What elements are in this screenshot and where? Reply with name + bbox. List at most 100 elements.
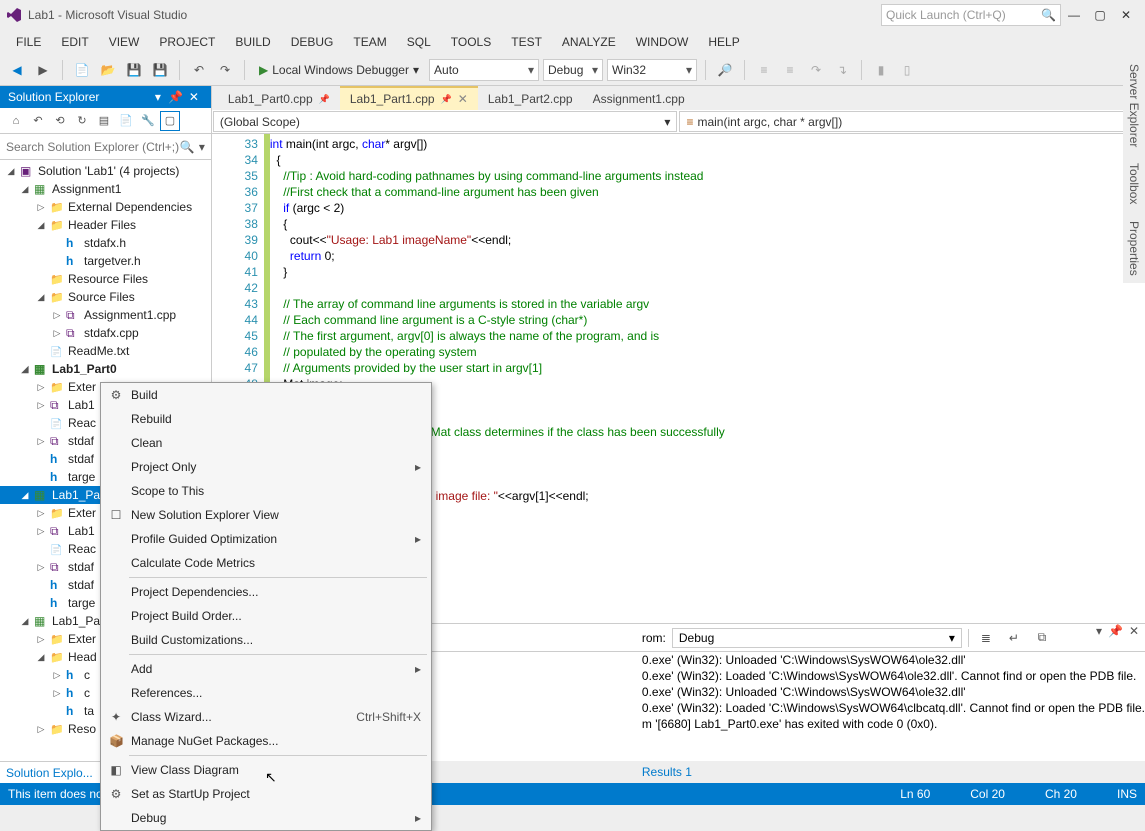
uncomment-button[interactable]: ≡ [779, 59, 801, 81]
start-debugging-button[interactable]: ▶ Local Windows Debugger ▾ [253, 63, 425, 77]
save-all-button[interactable]: 💾 [149, 59, 171, 81]
server-explorer-tab[interactable]: Server Explorer [1123, 56, 1145, 155]
properties-button[interactable]: 🔧 [138, 111, 158, 131]
output-settings-button[interactable]: ⧉ [1031, 627, 1053, 649]
context-menu-item[interactable]: Calculate Code Metrics [101, 551, 431, 575]
menu-file[interactable]: FILE [6, 31, 51, 53]
context-menu-item[interactable]: Debug▸ [101, 806, 431, 830]
panel-pin-button[interactable]: 📌 [167, 90, 185, 104]
menu-debug[interactable]: DEBUG [281, 31, 344, 53]
file-assignment1-cpp[interactable]: ▷Assignment1.cpp [0, 306, 211, 324]
scope-bar: (Global Scope)▾ ≡main(int argc, char * a… [212, 110, 1145, 134]
project-lab1-part0[interactable]: ◢Lab1_Part0 [0, 360, 211, 378]
menu-help[interactable]: HELP [698, 31, 749, 53]
undo-button[interactable]: ↶ [188, 59, 210, 81]
open-file-button[interactable]: 📂 [97, 59, 119, 81]
folder-source-files[interactable]: ◢Source Files [0, 288, 211, 306]
save-button[interactable]: 💾 [123, 59, 145, 81]
navigate-back-button[interactable]: ◀ [6, 59, 28, 81]
context-menu-item[interactable]: Scope to This [101, 479, 431, 503]
folder-external-deps[interactable]: ▷External Dependencies [0, 198, 211, 216]
file-targetver-h[interactable]: targetver.h [0, 252, 211, 270]
collapse-all-button[interactable]: ▤ [94, 111, 114, 131]
breakpoint-icon[interactable]: ▮ [870, 59, 892, 81]
status-message: This item does not [8, 787, 106, 801]
project-assignment1[interactable]: ◢Assignment1 [0, 180, 211, 198]
context-menu-item[interactable]: Build Customizations... [101, 628, 431, 652]
context-menu-item[interactable]: ☐New Solution Explorer View [101, 503, 431, 527]
close-button[interactable]: ✕ [1113, 4, 1139, 26]
preview-button[interactable]: ▢ [160, 111, 180, 131]
vs-logo-icon [6, 7, 22, 23]
panel-dropdown-button[interactable]: ▾ [149, 90, 167, 104]
menu-analyze[interactable]: ANALYZE [552, 31, 626, 53]
context-menu-item[interactable]: Rebuild [101, 407, 431, 431]
toolbox-tab[interactable]: Toolbox [1123, 155, 1145, 212]
folder-header-files[interactable]: ◢Header Files [0, 216, 211, 234]
step-over-icon[interactable]: ↷ [805, 59, 827, 81]
menu-edit[interactable]: EDIT [51, 31, 98, 53]
file-stdafx-h[interactable]: stdafx.h [0, 234, 211, 252]
back-scope-button[interactable]: ↶ [28, 111, 48, 131]
output-dropdown-button[interactable]: ▾ [1096, 624, 1102, 638]
menu-sql[interactable]: SQL [397, 31, 441, 53]
output-source-dropdown[interactable]: Debug▾ [672, 628, 962, 648]
context-menu-item[interactable]: Clean [101, 431, 431, 455]
context-menu-item[interactable]: References... [101, 681, 431, 705]
context-menu-item[interactable]: ✦Class Wizard...Ctrl+Shift+X [101, 705, 431, 729]
clear-output-button[interactable]: ≣ [975, 627, 997, 649]
context-menu-item[interactable]: Add▸ [101, 657, 431, 681]
toggle-wrap-button[interactable]: ↵ [1003, 627, 1025, 649]
minimize-button[interactable]: — [1061, 4, 1087, 26]
new-project-button[interactable]: 📄 [71, 59, 93, 81]
panel-close-button[interactable]: ✕ [185, 90, 203, 104]
bookmark-icon[interactable]: ▯ [896, 59, 918, 81]
build-config-dropdown[interactable]: Debug▾ [543, 59, 603, 81]
comment-button[interactable]: ≡ [753, 59, 775, 81]
sync-button[interactable]: ⟲ [50, 111, 70, 131]
tab-lab1-part0[interactable]: Lab1_Part0.cpp📌 [218, 88, 340, 110]
search-dropdown-icon[interactable]: ▾ [199, 140, 205, 154]
menu-view[interactable]: VIEW [99, 31, 150, 53]
output-pin-button[interactable]: 📌 [1108, 624, 1123, 638]
refresh-button[interactable]: ↻ [72, 111, 92, 131]
context-menu-item[interactable]: ⚙Build [101, 383, 431, 407]
step-into-icon[interactable]: ↴ [831, 59, 853, 81]
platform-dropdown[interactable]: Win32▾ [607, 59, 697, 81]
solution-config-dropdown[interactable]: Auto▾ [429, 59, 539, 81]
pin-icon[interactable]: 📌 [441, 94, 452, 105]
context-menu-item[interactable]: 📦Manage NuGet Packages... [101, 729, 431, 753]
context-menu-item[interactable]: Profile Guided Optimization▸ [101, 527, 431, 551]
tab-lab1-part2[interactable]: Lab1_Part2.cpp [478, 88, 583, 110]
scope-dropdown-right[interactable]: ≡main(int argc, char * argv[])▾ [679, 111, 1144, 132]
close-tab-icon[interactable]: ✕ [458, 92, 468, 106]
properties-tab[interactable]: Properties [1123, 213, 1145, 284]
search-input[interactable] [6, 140, 180, 154]
folder-resource-files[interactable]: Resource Files [0, 270, 211, 288]
context-menu-item[interactable]: Project Only▸ [101, 455, 431, 479]
quick-launch-input[interactable]: Quick Launch (Ctrl+Q) 🔍 [881, 4, 1061, 26]
output-close-button[interactable]: ✕ [1129, 624, 1139, 638]
menu-test[interactable]: TEST [501, 31, 552, 53]
pin-icon[interactable]: 📌 [319, 94, 330, 105]
redo-button[interactable]: ↷ [214, 59, 236, 81]
solution-node[interactable]: ◢Solution 'Lab1' (4 projects) [0, 162, 211, 180]
context-menu-item[interactable]: Project Build Order... [101, 604, 431, 628]
file-readme[interactable]: ReadMe.txt [0, 342, 211, 360]
maximize-button[interactable]: ▢ [1087, 4, 1113, 26]
find-button[interactable]: 🔎 [714, 59, 736, 81]
show-all-files-button[interactable]: 📄 [116, 111, 136, 131]
home-button[interactable]: ⌂ [6, 111, 26, 131]
menu-build[interactable]: BUILD [225, 31, 280, 53]
menu-project[interactable]: PROJECT [149, 31, 225, 53]
file-stdafx-cpp[interactable]: ▷stdafx.cpp [0, 324, 211, 342]
menu-team[interactable]: TEAM [343, 31, 396, 53]
solution-explorer-search[interactable]: 🔍 ▾ [0, 134, 211, 160]
menu-tools[interactable]: TOOLS [441, 31, 501, 53]
tab-assignment1[interactable]: Assignment1.cpp [583, 88, 695, 110]
navigate-forward-button[interactable]: ▶ [32, 59, 54, 81]
context-menu-item[interactable]: Project Dependencies... [101, 580, 431, 604]
tab-lab1-part1[interactable]: Lab1_Part1.cpp📌✕ [340, 86, 478, 110]
scope-dropdown-left[interactable]: (Global Scope)▾ [213, 111, 678, 132]
menu-window[interactable]: WINDOW [626, 31, 699, 53]
